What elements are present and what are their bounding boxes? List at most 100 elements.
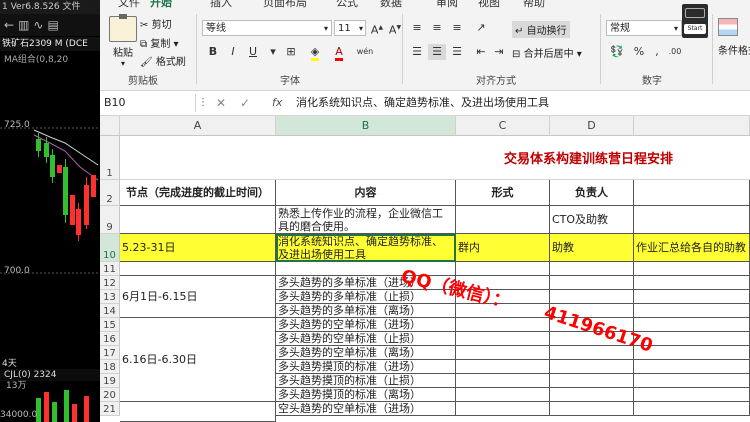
cell-d9[interactable]: CTO及助教 [550, 206, 634, 234]
table-cell-b[interactable]: 空头趋势的空单标准（进场） [276, 402, 456, 416]
font-color-icon[interactable]: A [330, 44, 348, 61]
back-icon[interactable]: ← [4, 18, 18, 32]
cell-e11[interactable] [634, 262, 750, 276]
copy-button[interactable]: ⧉ 复制 ▾ [140, 35, 179, 50]
title-row[interactable]: 交易体系构建训练营日程安排 [120, 136, 750, 180]
more-icon[interactable]: ⋮ [198, 94, 208, 112]
table-cell-e[interactable] [634, 388, 750, 402]
table-cell-d[interactable] [550, 360, 634, 374]
row-header-10[interactable]: 10 [100, 234, 120, 262]
align-right-icon[interactable]: ☰ [448, 44, 466, 60]
row-header[interactable]: 14 [100, 304, 120, 318]
select-all-corner[interactable] [100, 116, 120, 136]
row-header[interactable]: 17 [100, 346, 120, 360]
tab-insert[interactable]: 插入 [210, 0, 232, 10]
align-top-icon[interactable]: ≡ [408, 20, 426, 36]
currency-icon[interactable]: 💱 [608, 44, 626, 60]
candlestick-icon[interactable]: ▥ [18, 18, 33, 32]
percent-icon[interactable]: % [630, 44, 648, 60]
format-painter-button[interactable]: 🖌 格式刷 [140, 53, 186, 68]
tab-data[interactable]: 数据 [380, 0, 402, 10]
chevron-down-icon[interactable]: ▾ [264, 44, 282, 60]
cell-a12-group[interactable]: 6月1日-6.15日 [120, 276, 276, 318]
formula-input[interactable]: 消化系统知识点、确定趋势标准、及进出场使用工具 [296, 94, 549, 112]
row-header[interactable]: 16 [100, 332, 120, 346]
table-cell-b[interactable]: 多头趋势的空单标准（进场） [276, 318, 456, 332]
name-box[interactable]: B10 [100, 94, 196, 112]
increase-font-icon[interactable]: A▲ [368, 20, 386, 37]
cell-a9[interactable] [120, 206, 276, 234]
table-cell-c[interactable] [456, 360, 550, 374]
table-cell-d[interactable] [550, 290, 634, 304]
conditional-format-button[interactable]: 条件格式 [718, 42, 750, 57]
cell-a15-group[interactable]: 6.16日-6.30日 [120, 318, 276, 402]
column-header-a[interactable]: A [120, 116, 276, 136]
font-name-dropdown[interactable]: 等线 ▾ [202, 20, 332, 36]
column-header-e[interactable] [634, 116, 750, 136]
floating-widget[interactable]: Start [682, 4, 708, 38]
tab-view[interactable]: 视图 [478, 0, 500, 10]
row-header[interactable]: 21 [100, 402, 120, 416]
tab-formulas[interactable]: 公式 [336, 0, 358, 10]
align-left-icon[interactable]: ☰ [408, 44, 426, 60]
align-middle-icon[interactable]: ≡ [428, 20, 446, 36]
row-header-11[interactable]: 11 [100, 262, 120, 276]
table-cell-e[interactable] [634, 402, 750, 416]
table-cell-d[interactable] [550, 374, 634, 388]
increase-indent-icon[interactable]: ⇥ [490, 44, 508, 60]
column-header-c[interactable]: C [456, 116, 550, 136]
column-header-b[interactable]: B [276, 116, 456, 136]
chevron-down-icon[interactable]: ▾ [577, 49, 582, 60]
table-cell-e[interactable] [634, 304, 750, 318]
table-cell-b[interactable]: 多头趋势的空单标准（止损） [276, 332, 456, 346]
table-cell-e[interactable] [634, 374, 750, 388]
table-cell-b[interactable]: 多头趋势的多单标准（离场） [276, 304, 456, 318]
insert-function-icon[interactable]: fx [272, 94, 282, 112]
cancel-icon[interactable]: ✕ [216, 94, 226, 112]
symbol-bar[interactable]: 铁矿石2309 M (DCE [0, 37, 100, 51]
cell-b9[interactable]: 熟悉上传作业的流程，企业微信工 具的磨合使用。 [276, 206, 456, 234]
table-cell-c[interactable] [456, 402, 550, 416]
header-cell-e[interactable] [634, 180, 750, 206]
table-cell-c[interactable] [456, 318, 550, 332]
table-cell-b[interactable]: 多头趋势摸顶的标准（离场） [276, 388, 456, 402]
row-header[interactable]: 15 [100, 318, 120, 332]
table-cell-e[interactable] [634, 276, 750, 290]
tab-home[interactable]: 开始 [150, 0, 172, 10]
chevron-down-icon[interactable]: ▾ [359, 21, 363, 37]
paste-button[interactable]: 粘贴 ▾ [106, 14, 140, 68]
row-header-2[interactable]: 2 [100, 180, 120, 206]
decrease-indent-icon[interactable]: ⇤ [472, 44, 490, 60]
app-file-menu[interactable]: 文件 [63, 2, 81, 12]
phonetic-icon[interactable]: wén [356, 44, 374, 60]
table-cell-b[interactable]: 多头趋势摸顶的标准（进场） [276, 360, 456, 374]
merge-center-button[interactable]: ⊟ 合并后居中 ▾ [512, 45, 582, 60]
header-cell-node[interactable]: 节点（完成进度的截止时间） [120, 180, 276, 206]
tab-help[interactable]: 帮助 [523, 0, 545, 10]
bold-button[interactable]: B [204, 44, 222, 60]
table-cell-d[interactable] [550, 388, 634, 402]
orientation-icon[interactable]: ↗ [472, 20, 490, 36]
cell-c11[interactable] [456, 262, 550, 276]
cell-c10[interactable]: 群内 [456, 234, 550, 262]
table-cell-e[interactable] [634, 290, 750, 304]
cell-e9[interactable] [634, 206, 750, 234]
italic-button[interactable]: I [224, 44, 242, 60]
row-header[interactable]: 13 [100, 290, 120, 304]
tab-page-layout[interactable]: 页面布局 [263, 0, 307, 10]
conditional-format-icon[interactable] [718, 18, 740, 36]
table-cell-e[interactable] [634, 360, 750, 374]
table-cell-b[interactable]: 多头趋势摸顶的标准（止损） [276, 374, 456, 388]
row-header-1[interactable]: 1 [100, 136, 120, 180]
comma-icon[interactable]: , [648, 44, 666, 60]
volume-icon[interactable]: ▤ [47, 18, 62, 32]
row-header[interactable]: 20 [100, 388, 120, 402]
cell-d10[interactable]: 助教 [550, 234, 634, 262]
decimal-icon[interactable]: .00 [666, 44, 684, 60]
font-size-dropdown[interactable]: 11 ▾ [334, 20, 366, 36]
tab-file[interactable]: 文件 [118, 0, 140, 10]
line-chart-icon[interactable]: ∿ [33, 18, 47, 32]
border-icon[interactable]: ⊞ [282, 44, 300, 60]
cell-e10[interactable]: 作业汇总给各自的助教 [634, 234, 750, 262]
align-bottom-icon[interactable]: ≡ [448, 20, 466, 36]
